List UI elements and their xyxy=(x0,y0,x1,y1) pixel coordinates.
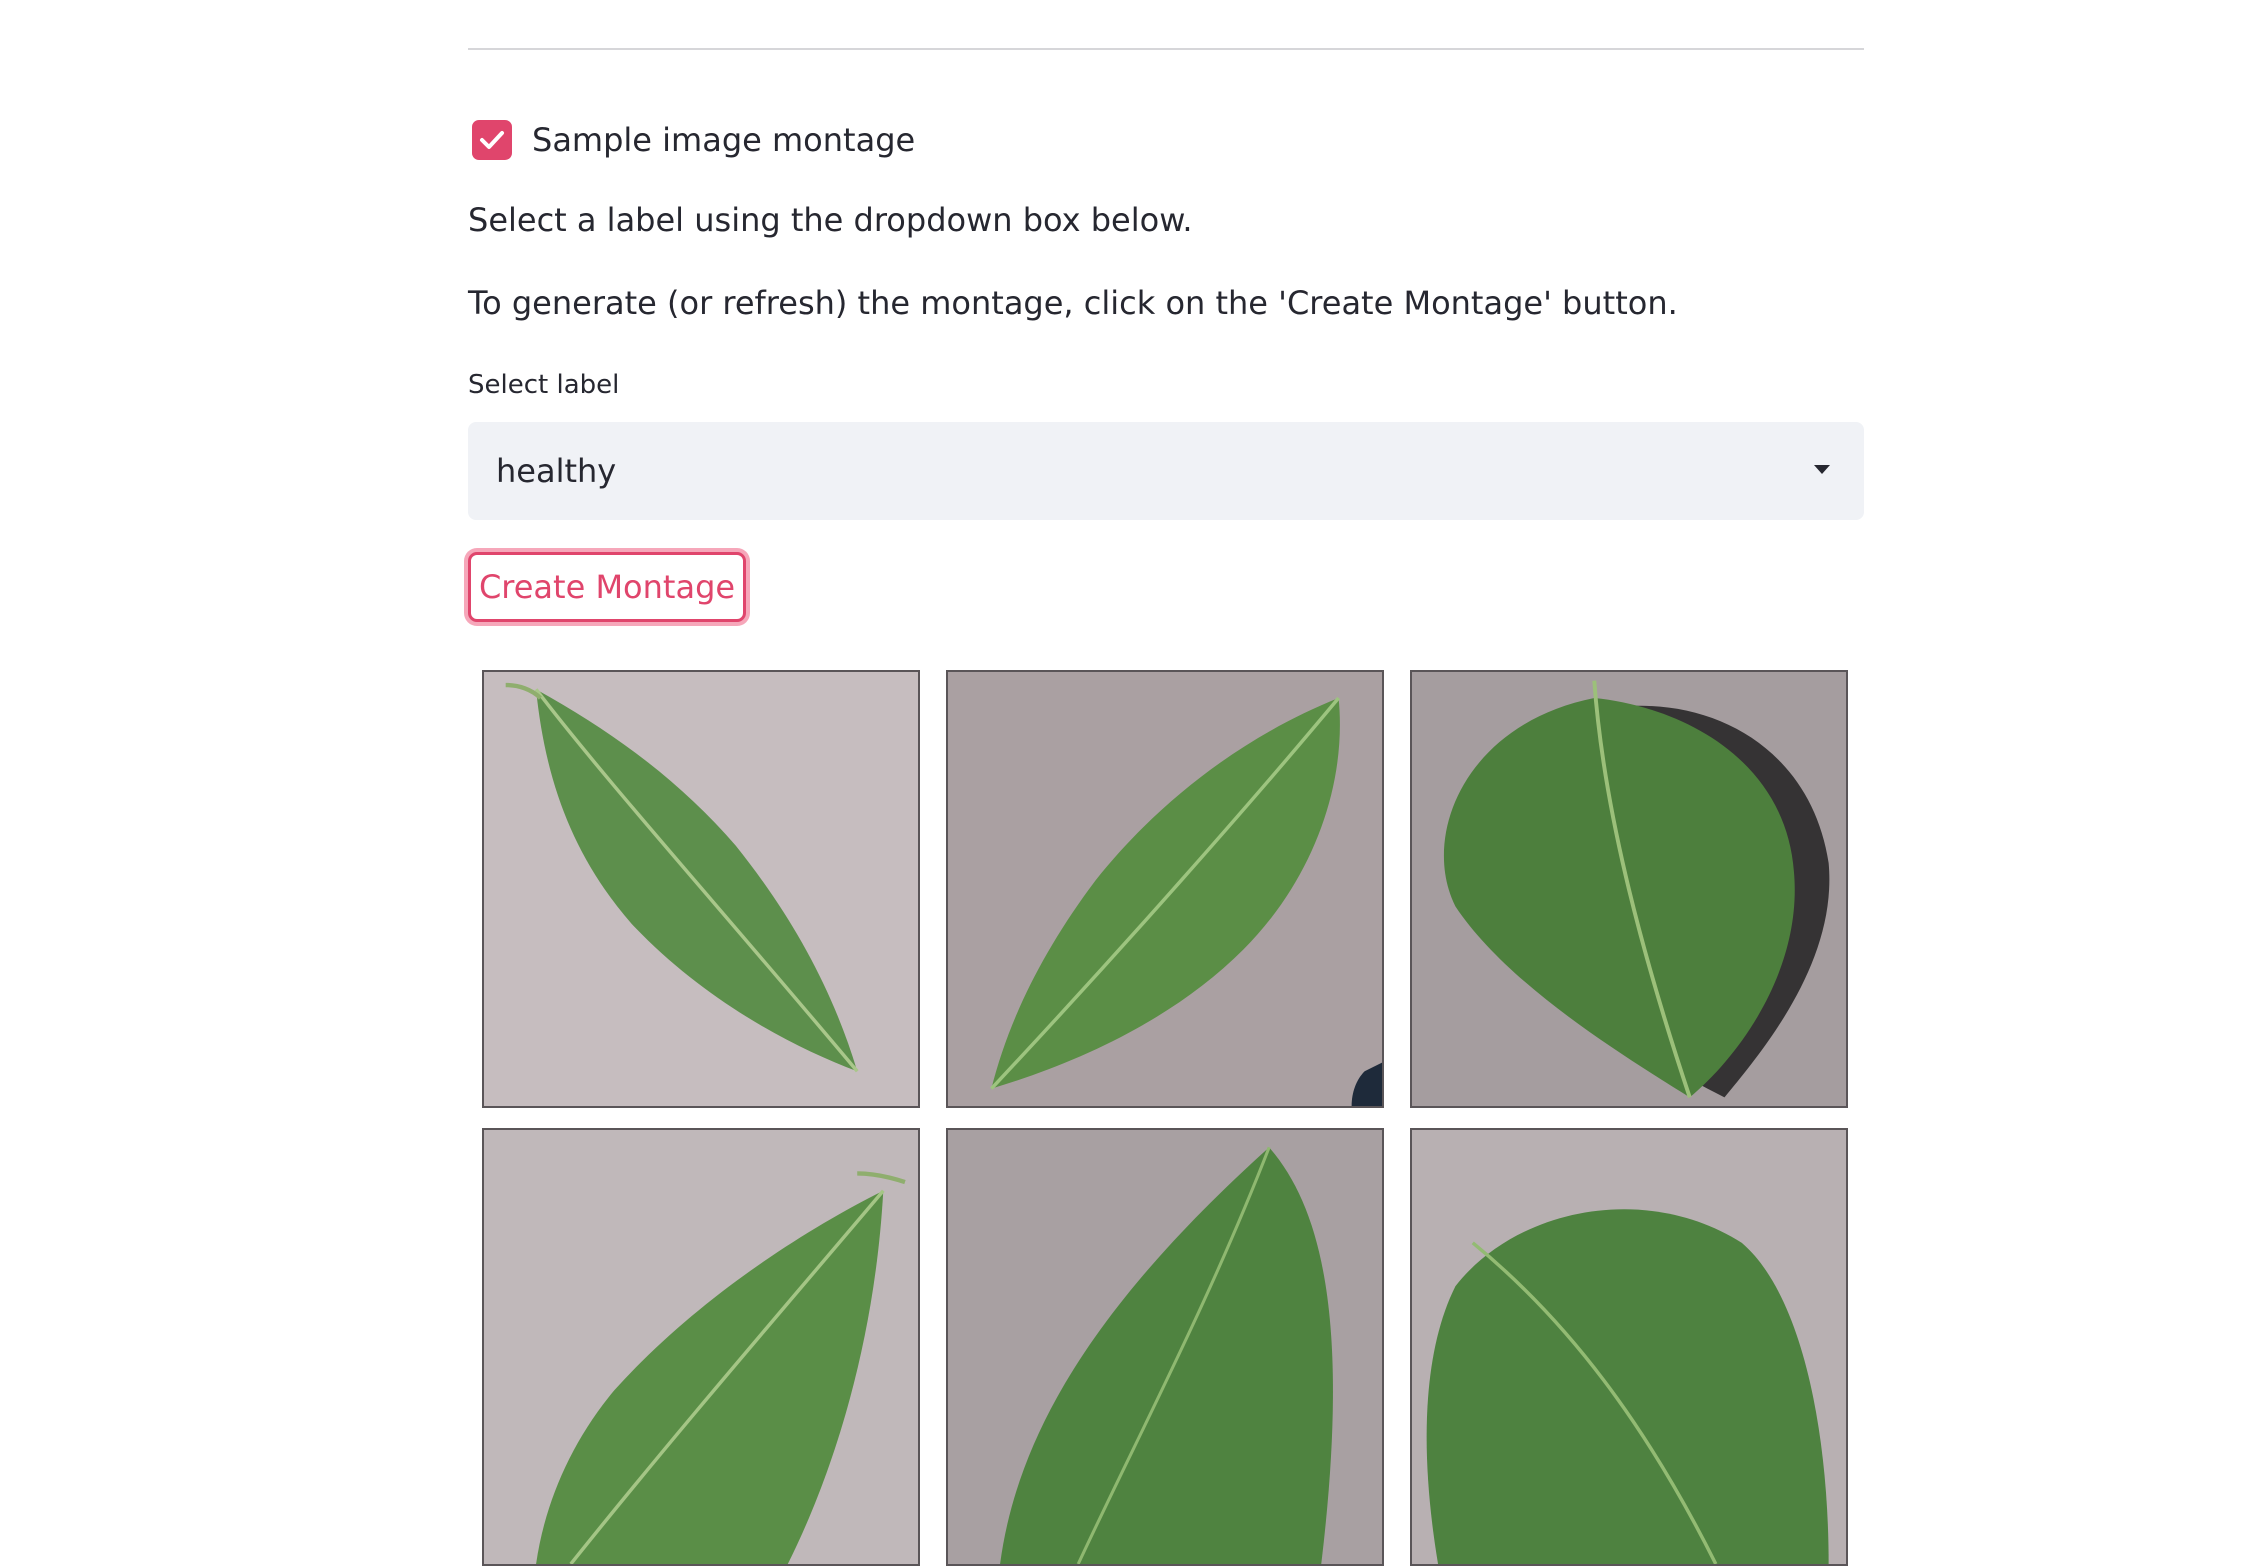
instruction-text-1: Select a label using the dropdown box be… xyxy=(468,201,1193,239)
instruction-text-2: To generate (or refresh) the montage, cl… xyxy=(468,284,1678,322)
montage-image xyxy=(482,670,920,1108)
montage-checkbox-row[interactable]: Sample image montage xyxy=(468,112,915,168)
caret-down-icon xyxy=(1814,465,1830,474)
montage-image xyxy=(1410,1128,1848,1566)
select-label-caption: Select label xyxy=(468,370,620,400)
create-montage-button[interactable]: Create Montage xyxy=(468,552,746,622)
select-value: healthy xyxy=(496,452,617,490)
checkmark-icon xyxy=(480,131,504,149)
label-select[interactable]: healthy xyxy=(468,422,1864,520)
montage-checkbox-label[interactable]: Sample image montage xyxy=(532,121,915,159)
montage-image xyxy=(946,670,1384,1108)
montage-checkbox[interactable] xyxy=(472,120,512,160)
montage-image xyxy=(946,1128,1384,1566)
montage-image xyxy=(1410,670,1848,1108)
horizontal-divider xyxy=(468,48,1864,50)
montage-image xyxy=(482,1128,920,1566)
